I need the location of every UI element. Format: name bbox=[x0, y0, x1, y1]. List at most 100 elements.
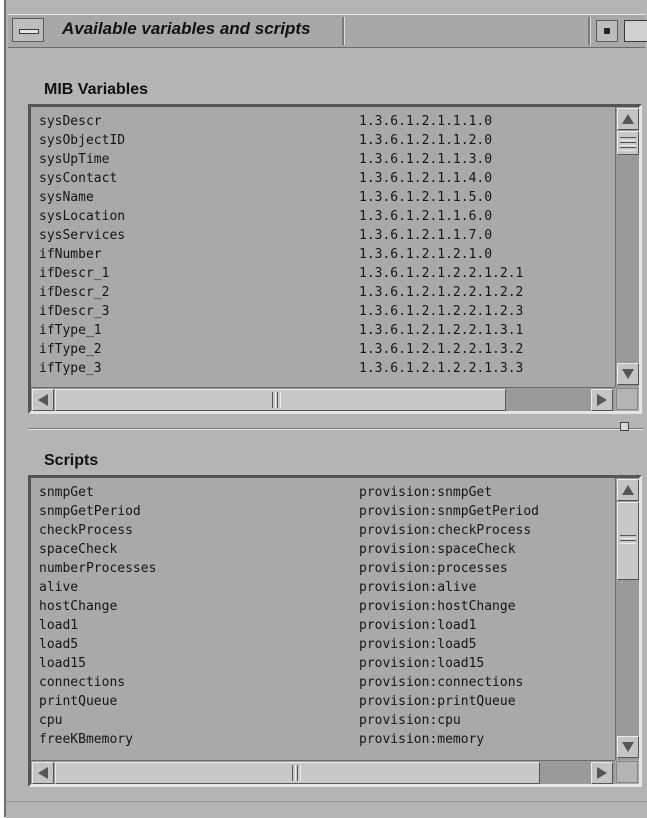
list-item-path: provision:load15 bbox=[359, 656, 485, 671]
mib-variables-rows: sysDescr 1.3.6.1.2.1.1.1.0 sysObjectID 1.3.… bbox=[39, 112, 603, 378]
scripts-list[interactable]: snmpGet provision:snmpGet snmpGetPeriod pro… bbox=[28, 475, 642, 787]
list-item-name: sysLocation bbox=[39, 209, 126, 224]
list-item-oid: 1.3.6.1.2.1.1.2.0 bbox=[359, 133, 493, 148]
grip-icon bbox=[620, 535, 636, 539]
grip-icon bbox=[620, 540, 636, 544]
list-item-name: sysName bbox=[39, 190, 94, 205]
scripts-scroll-left-button[interactable] bbox=[32, 762, 54, 784]
list-item-oid: 1.3.6.1.2.1.1.4.0 bbox=[359, 171, 493, 186]
list-item-name: sysContact bbox=[39, 171, 118, 186]
mib-scroll-left-button[interactable] bbox=[32, 389, 54, 411]
pane-sash-handle[interactable] bbox=[620, 422, 629, 431]
mib-scroll-right-button[interactable] bbox=[591, 389, 613, 411]
list-item-name: ifNumber bbox=[39, 247, 102, 262]
list-item[interactable]: sysUpTime 1.3.6.1.2.1.1.3.0 bbox=[39, 150, 603, 169]
list-item-path: provision:cpu bbox=[359, 713, 461, 728]
list-item-name: connections bbox=[39, 675, 126, 690]
list-item[interactable]: sysLocation 1.3.6.1.2.1.1.6.0 bbox=[39, 207, 603, 226]
scripts-scroll-up-button[interactable] bbox=[617, 479, 639, 501]
mib-horizontal-thumb[interactable] bbox=[55, 389, 506, 411]
list-item-oid: 1.3.6.1.2.1.2.2.1.2.1 bbox=[359, 266, 524, 281]
mib-horizontal-scrollbar[interactable] bbox=[31, 387, 615, 411]
scripts-horizontal-thumb[interactable] bbox=[55, 762, 540, 784]
list-item[interactable]: snmpGet provision:snmpGet bbox=[39, 483, 603, 502]
window-menu-button[interactable] bbox=[12, 18, 44, 42]
arrow-down-icon bbox=[622, 369, 634, 379]
list-item-name: ifType_3 bbox=[39, 361, 102, 376]
list-item[interactable]: load5 provision:load5 bbox=[39, 635, 603, 654]
list-item-name: sysServices bbox=[39, 228, 126, 243]
mib-scroll-corner bbox=[616, 388, 638, 410]
list-item[interactable]: load1 provision:load1 bbox=[39, 616, 603, 635]
mib-variables-label: MIB Variables bbox=[44, 81, 149, 98]
list-item[interactable]: hostChange provision:hostChange bbox=[39, 597, 603, 616]
mib-vertical-thumb[interactable] bbox=[617, 131, 639, 155]
list-item-path: provision:spaceCheck bbox=[359, 542, 516, 557]
arrow-up-icon bbox=[622, 485, 634, 495]
list-item-path: provision:printQueue bbox=[359, 694, 516, 709]
pane-divider bbox=[28, 428, 643, 430]
list-item-name: ifType_2 bbox=[39, 342, 102, 357]
scripts-scroll-down-button[interactable] bbox=[617, 736, 639, 758]
grip-icon bbox=[297, 765, 301, 781]
title-bar[interactable]: Available variables and scripts bbox=[8, 14, 647, 48]
mib-scroll-down-button[interactable] bbox=[617, 363, 639, 385]
list-item-name: sysObjectID bbox=[39, 133, 126, 148]
list-item[interactable]: ifDescr_1 1.3.6.1.2.1.2.2.1.2.1 bbox=[39, 264, 603, 283]
list-item[interactable]: sysContact 1.3.6.1.2.1.1.4.0 bbox=[39, 169, 603, 188]
list-item[interactable]: snmpGetPeriod provision:snmpGetPeriod bbox=[39, 502, 603, 521]
list-item-path: provision:snmpGetPeriod bbox=[359, 504, 540, 519]
list-item-name: checkProcess bbox=[39, 523, 133, 538]
list-item[interactable]: spaceCheck provision:spaceCheck bbox=[39, 540, 603, 559]
list-item[interactable]: sysDescr 1.3.6.1.2.1.1.1.0 bbox=[39, 112, 603, 131]
list-item-oid: 1.3.6.1.2.1.1.6.0 bbox=[359, 209, 493, 224]
list-item[interactable]: ifType_3 1.3.6.1.2.1.2.2.1.3.3 bbox=[39, 359, 603, 378]
list-item-path: provision:connections bbox=[359, 675, 524, 690]
grip-icon bbox=[620, 137, 636, 141]
list-item-oid: 1.3.6.1.2.1.2.2.1.3.3 bbox=[359, 361, 524, 376]
list-item[interactable]: sysName 1.3.6.1.2.1.1.5.0 bbox=[39, 188, 603, 207]
list-item[interactable]: sysObjectID 1.3.6.1.2.1.1.2.0 bbox=[39, 131, 603, 150]
list-item[interactable]: ifDescr_2 1.3.6.1.2.1.2.2.1.2.2 bbox=[39, 283, 603, 302]
list-item-oid: 1.3.6.1.2.1.1.3.0 bbox=[359, 152, 493, 167]
scripts-vertical-scrollbar[interactable] bbox=[615, 478, 639, 760]
app-window: Available variables and scripts MIB Vari… bbox=[4, 0, 647, 818]
list-item-name: load15 bbox=[39, 656, 86, 671]
list-item-name: sysDescr bbox=[39, 114, 102, 129]
list-item-path: provision:checkProcess bbox=[359, 523, 532, 538]
list-item-name: printQueue bbox=[39, 694, 118, 709]
list-item-oid: 1.3.6.1.2.1.2.2.1.2.3 bbox=[359, 304, 524, 319]
list-item[interactable]: numberProcesses provision:processes bbox=[39, 559, 603, 578]
list-item[interactable]: ifType_1 1.3.6.1.2.1.2.2.1.3.1 bbox=[39, 321, 603, 340]
list-item[interactable]: freeKBmemory provision:memory bbox=[39, 730, 603, 749]
scripts-scroll-corner bbox=[616, 761, 638, 783]
mib-scroll-up-button[interactable] bbox=[617, 108, 639, 130]
maximize-button[interactable] bbox=[624, 20, 647, 42]
scripts-horizontal-scrollbar[interactable] bbox=[31, 760, 615, 784]
list-item[interactable]: ifNumber 1.3.6.1.2.1.2.1.0 bbox=[39, 245, 603, 264]
mib-vertical-scrollbar[interactable] bbox=[615, 107, 639, 387]
list-item[interactable]: load15 provision:load15 bbox=[39, 654, 603, 673]
list-item[interactable]: cpu provision:cpu bbox=[39, 711, 603, 730]
list-item[interactable]: sysServices 1.3.6.1.2.1.1.7.0 bbox=[39, 226, 603, 245]
list-item[interactable]: printQueue provision:printQueue bbox=[39, 692, 603, 711]
list-item[interactable]: alive provision:alive bbox=[39, 578, 603, 597]
scripts-rows: snmpGet provision:snmpGet snmpGetPeriod pro… bbox=[39, 483, 603, 749]
list-item-oid: 1.3.6.1.2.1.1.1.0 bbox=[359, 114, 493, 129]
list-item[interactable]: checkProcess provision:checkProcess bbox=[39, 521, 603, 540]
list-item-path: provision:snmpGet bbox=[359, 485, 493, 500]
window-bottom-edge bbox=[6, 801, 647, 818]
mib-variables-list[interactable]: sysDescr 1.3.6.1.2.1.1.1.0 sysObjectID 1.3.… bbox=[28, 104, 642, 414]
arrow-left-icon bbox=[38, 767, 48, 779]
grip-icon bbox=[620, 142, 636, 146]
list-item[interactable]: ifType_2 1.3.6.1.2.1.2.2.1.3.2 bbox=[39, 340, 603, 359]
scripts-vertical-thumb[interactable] bbox=[617, 502, 639, 580]
minimize-icon bbox=[604, 28, 610, 34]
list-item[interactable]: ifDescr_3 1.3.6.1.2.1.2.2.1.2.3 bbox=[39, 302, 603, 321]
scripts-label: Scripts bbox=[44, 452, 99, 469]
window-title: Available variables and scripts bbox=[62, 19, 311, 38]
grip-icon bbox=[272, 392, 276, 408]
list-item[interactable]: connections provision:connections bbox=[39, 673, 603, 692]
scripts-scroll-right-button[interactable] bbox=[591, 762, 613, 784]
minimize-button[interactable] bbox=[596, 20, 618, 42]
